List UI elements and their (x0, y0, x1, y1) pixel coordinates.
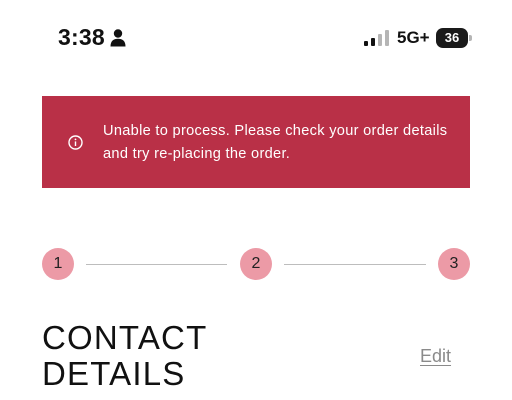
person-icon (110, 29, 126, 47)
status-bar: 3:38 5G+ 36 (0, 0, 512, 76)
step-2[interactable]: 2 (240, 248, 272, 280)
step-connector-2 (284, 264, 426, 265)
step-connector-1 (86, 264, 227, 265)
network-type: 5G+ (397, 28, 430, 47)
alert-message: Unable to process. Please check your ord… (103, 123, 448, 162)
signal-icon (364, 30, 389, 46)
battery-level: 36 (444, 30, 460, 45)
edit-link[interactable]: Edit (420, 346, 451, 367)
error-alert: Unable to process. Please check your ord… (42, 96, 470, 188)
battery-cap (469, 35, 472, 41)
checkout-stepper: 1 2 3 (0, 248, 512, 282)
battery-icon: 36 (436, 28, 472, 48)
step-1[interactable]: 1 (42, 248, 74, 280)
step-3[interactable]: 3 (438, 248, 470, 280)
status-time: 3:38 (58, 24, 105, 50)
section-title: CONTACT DETAILS (42, 319, 207, 392)
info-icon (68, 135, 83, 150)
